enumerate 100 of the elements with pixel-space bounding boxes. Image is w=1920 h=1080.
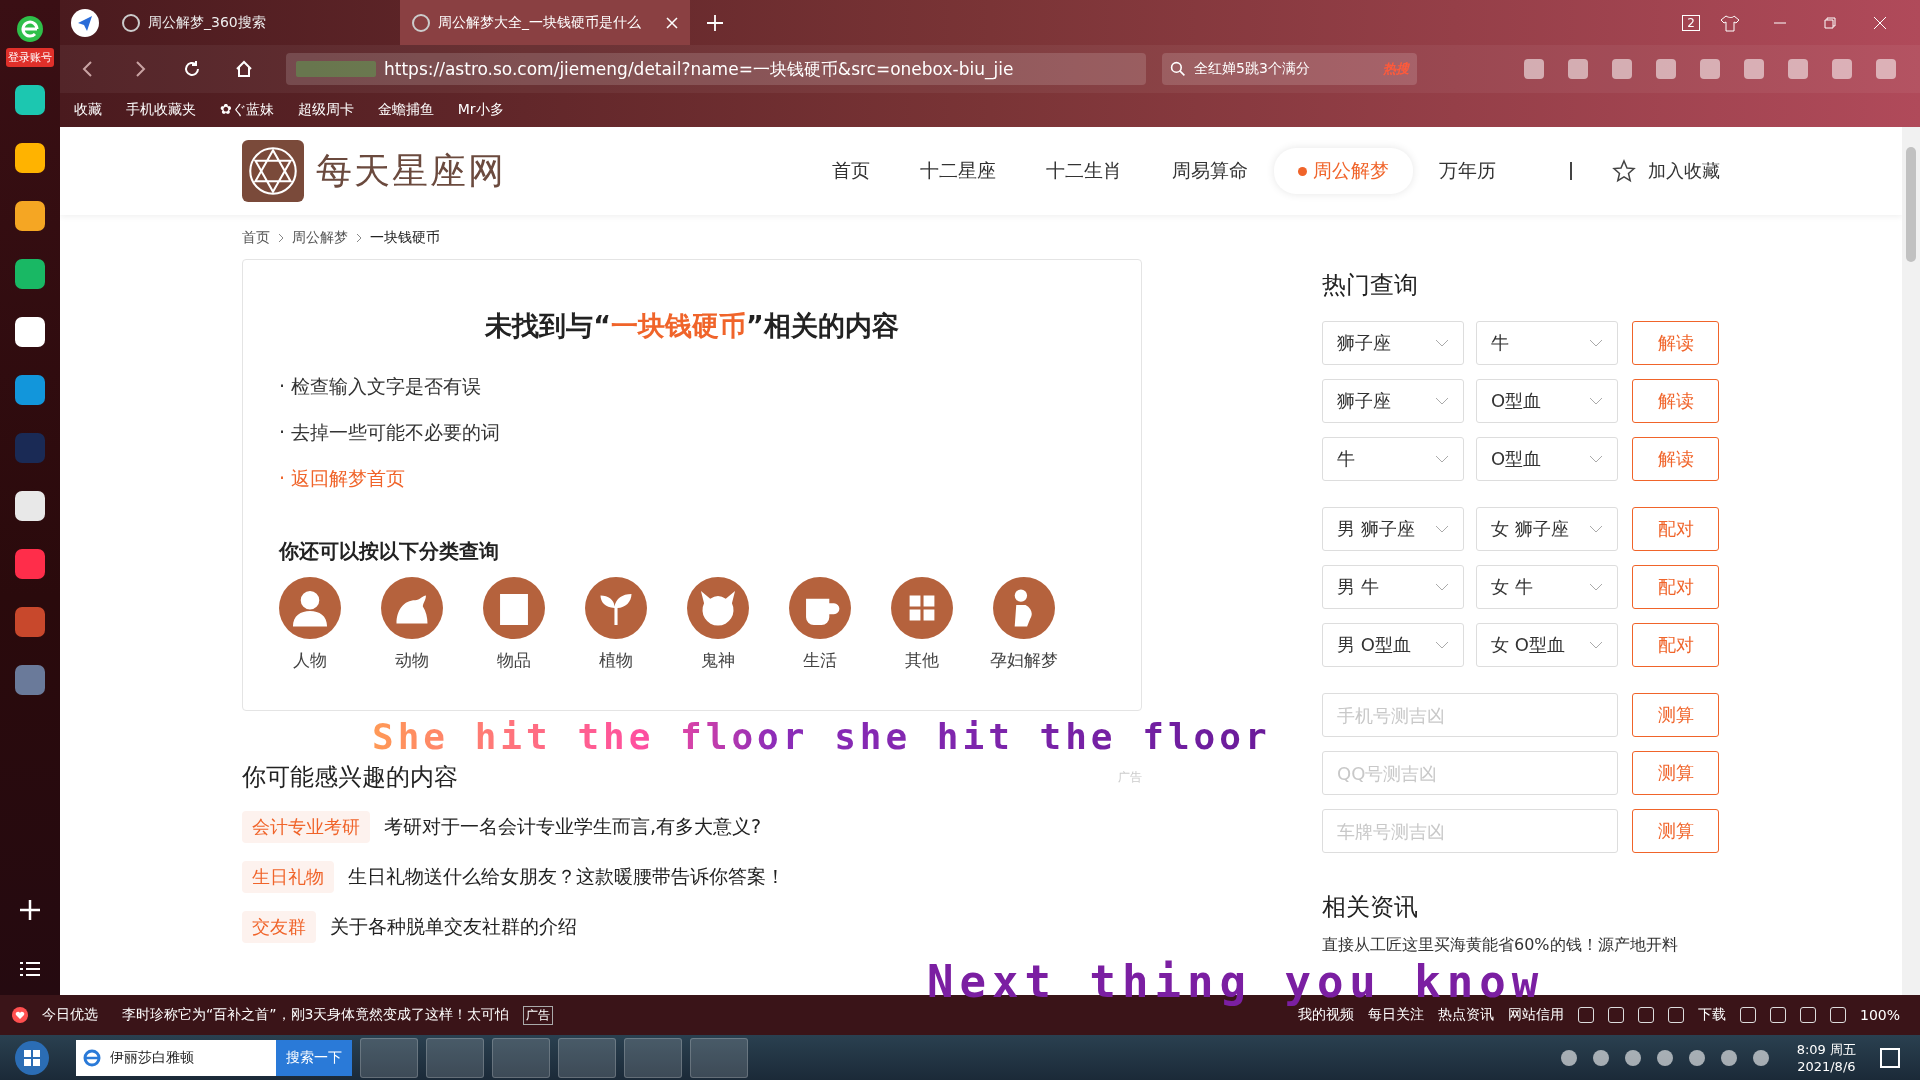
star-icon[interactable] [1612,159,1636,183]
section-heading: 你可能感兴趣的内容 [242,762,458,793]
new-tab-icon[interactable] [706,13,724,32]
devil-face-icon[interactable] [687,577,749,639]
login-badge[interactable]: 登录账号 [6,48,54,67]
dropdown[interactable]: 女 牛 [1476,565,1618,609]
app-icon[interactable] [15,491,45,521]
dropdown[interactable]: 女 狮子座 [1476,507,1618,551]
chevron-down-icon [1589,583,1603,591]
dropdown[interactable]: 牛 [1322,437,1464,481]
bookmark-item[interactable]: 超级周卡 [297,101,354,119]
dropdown[interactable]: 男 牛 [1322,565,1464,609]
breadcrumb-link[interactable]: 周公解梦 [292,229,348,247]
sprout-icon[interactable] [585,577,647,639]
dropdown-value: 男 狮子座 [1337,517,1415,541]
category-link[interactable]: 植物 [599,649,633,672]
close-icon[interactable] [666,16,678,29]
home-icon[interactable] [234,59,254,79]
dropdown-value: O型血 [1491,389,1542,413]
hot-label: 热搜 [1383,60,1409,78]
star-logo-icon[interactable] [242,140,304,202]
category-link[interactable]: 人物 [293,649,327,672]
start-icon[interactable] [14,1039,50,1076]
status-link[interactable]: 我的视频 [1297,1006,1354,1024]
dropdown[interactable]: 狮子座 [1322,379,1464,423]
dropdown[interactable]: 女 O型血 [1476,623,1618,667]
dropdown-value: 狮子座 [1337,389,1391,413]
search-value: 伊丽莎白雅顿 [110,1048,194,1067]
dropdown[interactable]: O型血 [1476,437,1618,481]
section-heading: 相关资讯 [1322,892,1419,923]
search-button[interactable]: 搜索一下 [276,1039,352,1076]
scrollbar[interactable] [1902,127,1920,995]
category-link[interactable]: 其他 [905,649,939,672]
chevron-right-icon [356,233,362,243]
browser-logo-icon[interactable] [15,14,45,44]
bookmark-item[interactable]: Mr小多 [457,101,504,119]
box-icon[interactable] [483,577,545,639]
category-link[interactable]: 鬼神 [701,649,735,672]
nav-link[interactable]: 周易算命 [1148,148,1272,194]
status-link[interactable]: 热点资讯 [1437,1006,1494,1024]
app-icon[interactable] [15,143,45,173]
category-link[interactable]: 物品 [497,649,531,672]
status-link[interactable]: 每日关注 [1367,1006,1424,1024]
bookmark-item[interactable]: 金蟾捕鱼 [377,101,434,119]
zoom-level[interactable]: 100% [1859,1007,1900,1023]
clock-time[interactable]: 8:09 周五 [1796,1041,1856,1059]
dropdown[interactable]: O型血 [1476,379,1618,423]
news-link[interactable]: 直接从工匠这里买海黄能省60%的钱！源产地开料 [1322,935,1720,956]
category-link[interactable]: 孕妇解梦 [990,649,1058,672]
cup-icon[interactable] [789,577,851,639]
chevron-down-icon [1589,641,1603,649]
clover-icon[interactable] [891,577,953,639]
dropdown-value: 男 牛 [1337,575,1379,599]
dropdown[interactable]: 男 狮子座 [1322,507,1464,551]
browser-tab[interactable]: 周公解梦_360搜索 [110,0,400,45]
bookmark-item[interactable]: 手机收藏夹 [126,101,196,119]
search-field[interactable]: 全红婵5跳3个满分 热搜 [1162,53,1417,85]
breadcrumb-link[interactable]: 首页 [242,229,270,247]
dropdown-value: 女 牛 [1491,575,1533,599]
app-icon[interactable] [15,85,45,115]
nav-link[interactable]: 首页 [808,148,894,194]
add-favorite-link[interactable]: 加入收藏 [1648,159,1720,183]
person-icon[interactable] [279,577,341,639]
bookmark-item[interactable]: 收藏 [74,101,102,119]
app-icon[interactable] [15,317,45,347]
status-link[interactable]: 今日优选 [42,1006,98,1024]
nav-link[interactable]: 十二星座 [896,148,1020,194]
category-heading: 你还可以按以下分类查询 [279,538,500,565]
category-link[interactable]: 动物 [395,649,429,672]
dropdown[interactable]: 狮子座 [1322,321,1464,365]
app-icon[interactable] [15,201,45,231]
dropdown[interactable]: 男 O型血 [1322,623,1464,667]
status-link[interactable]: 网站信用 [1507,1006,1564,1024]
notification-icon[interactable] [1880,1047,1900,1068]
chevron-down-icon [1435,525,1449,533]
tab-count[interactable]: 2 [1682,14,1700,31]
chevron-down-icon [1435,339,1449,347]
taskbar-search-field[interactable]: 伊丽莎白雅顿 [76,1039,276,1076]
dropdown[interactable]: 牛 [1476,321,1618,365]
category-link[interactable]: 生活 [803,649,837,672]
dropdown-value: 牛 [1337,447,1355,471]
reload-icon[interactable] [182,59,202,79]
headline-link[interactable]: 李时珍称它为“百补之首”，刚3天身体竟然变成了这样！太可怕 [122,1006,510,1024]
chevron-down-icon [1589,455,1603,463]
clock-date[interactable]: 2021/8/6 [1797,1059,1856,1074]
download-link[interactable]: 下载 [1697,1006,1726,1024]
bookmark-item[interactable]: ✿ぐ蓝妹 [220,101,274,119]
nav-link[interactable]: 万年历 [1415,148,1520,194]
dropdown-value: 男 O型血 [1337,633,1411,657]
address-field[interactable]: https://astro.so.com/jiemeng/detail?name=一块钱硬币&src=onebox-biu_jie [286,53,1146,85]
navigation-icon[interactable] [70,7,100,38]
nav-link[interactable]: 十二生肖 [1022,148,1146,194]
browser-tab[interactable]: 周公解梦大全_一块钱硬币是什么 [400,0,690,45]
app-icon[interactable] [15,259,45,289]
article-link[interactable]: 考研对于一名会计专业学生而言,有多大意义? [384,814,762,840]
article-link[interactable]: 关于各种脱单交友社群的介绍 [330,914,577,940]
site-name[interactable]: 每天星座网 [316,146,506,196]
article-link[interactable]: 生日礼物送什么给女朋友？这款暖腰带告诉你答案！ [348,864,785,890]
add-icon[interactable] [19,899,41,921]
dropdown-value: O型血 [1491,447,1542,471]
